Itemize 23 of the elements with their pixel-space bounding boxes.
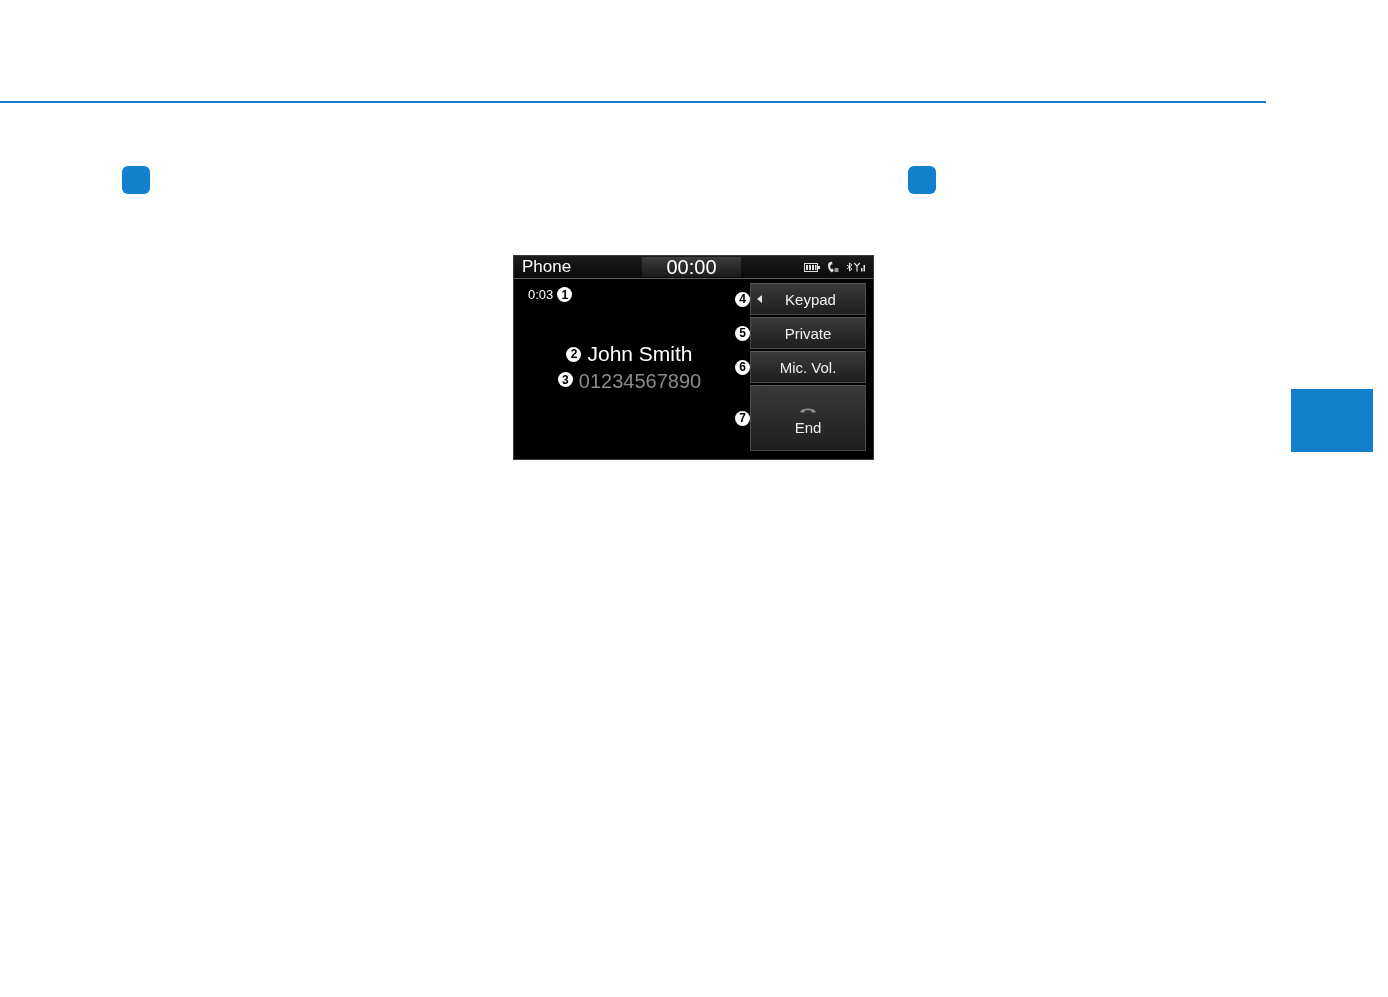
phone-number: 01234567890 [578, 370, 702, 393]
keypad-button[interactable]: Keypad [750, 283, 866, 315]
square-marker-icon [122, 166, 150, 194]
contact-name: John Smith [587, 342, 693, 366]
handset-icon [800, 406, 816, 413]
call-duration: 0:03 [528, 287, 554, 302]
callout-marker: 2 [566, 346, 582, 362]
callout-marker: 4 [735, 291, 750, 307]
menu-button[interactable]: Private [750, 317, 866, 349]
screen-title: Phone [522, 257, 573, 277]
square-marker-icon [908, 166, 936, 194]
triangle-left-icon [757, 295, 762, 303]
callout-marker: 6 [735, 359, 750, 375]
menu-button[interactable]: Mic. Vol. [750, 351, 866, 383]
callout-marker: 7 [735, 410, 750, 426]
battery-icon [804, 262, 820, 272]
callout-marker: 5 [735, 325, 750, 341]
handset-icon [827, 261, 839, 273]
callout-marker: 3 [557, 372, 573, 387]
call-timer: 00:00 [642, 257, 741, 277]
bluetooth-signal-icon [846, 262, 866, 272]
end-call-button[interactable]: End [750, 385, 866, 451]
callout-marker: 1 [557, 287, 573, 302]
